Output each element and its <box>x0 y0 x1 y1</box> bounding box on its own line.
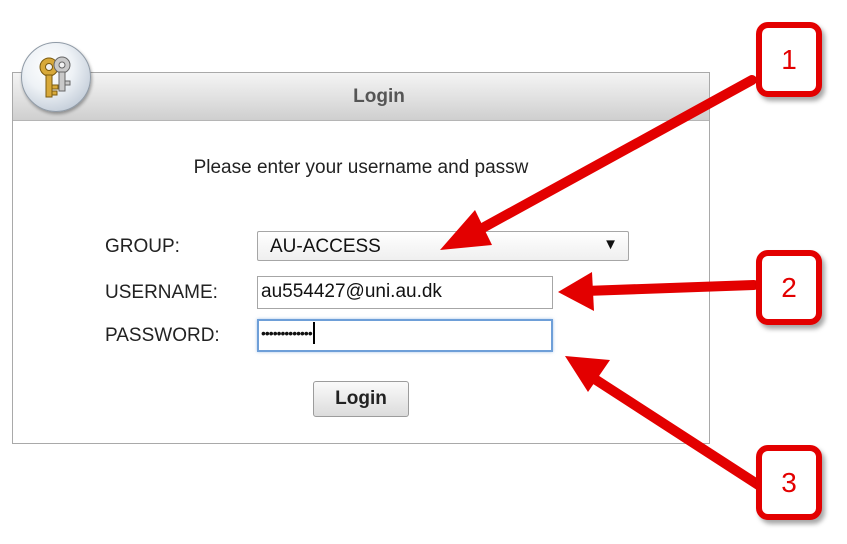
arrow-2 <box>580 280 759 296</box>
annotation-arrows <box>440 75 765 491</box>
callout-1: 1 <box>756 22 822 97</box>
arrow-3 <box>585 371 765 491</box>
arrowhead-2 <box>558 272 594 311</box>
arrowhead-1 <box>440 210 492 250</box>
callout-2: 2 <box>756 250 822 325</box>
arrow-1 <box>463 75 757 241</box>
callout-3: 3 <box>756 445 822 520</box>
